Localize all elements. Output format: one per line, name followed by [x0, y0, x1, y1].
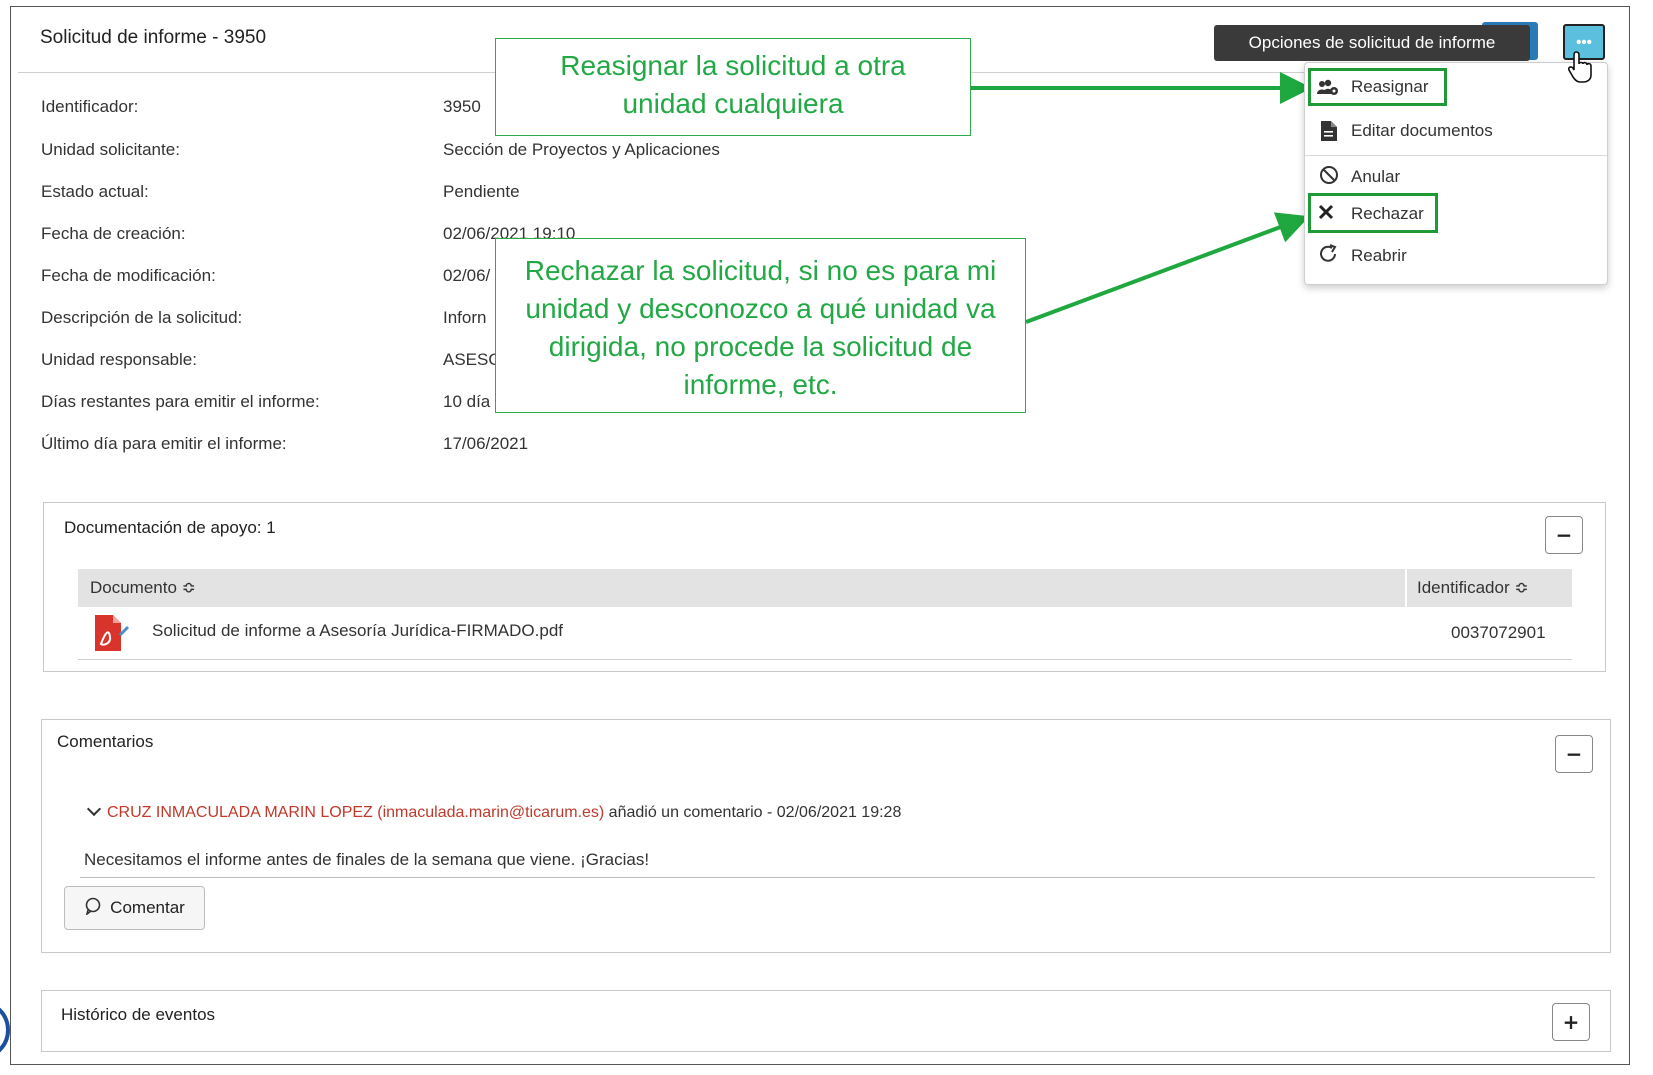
menu-item-anular[interactable]: Anular [1305, 159, 1607, 195]
menu-divider [1305, 155, 1607, 156]
redo-icon [1319, 244, 1339, 269]
document-icon [1321, 121, 1337, 146]
close-icon [1318, 204, 1334, 225]
hand-cursor-icon [1568, 50, 1598, 89]
menu-item-editar-documentos[interactable]: Editar documentos [1305, 115, 1607, 151]
reassign-users-icon [1317, 79, 1339, 102]
tooltip: Opciones de solicitud de informe [1214, 25, 1530, 61]
menu-item-reabrir[interactable]: Reabrir [1305, 239, 1607, 275]
edge-logo [0, 990, 12, 1075]
menu-item-rechazar[interactable]: Rechazar [1308, 193, 1438, 233]
menu-item-reasignar[interactable]: Reasignar [1308, 68, 1447, 106]
ban-icon [1319, 165, 1339, 190]
arrow-reject [1025, 212, 1310, 324]
options-menu: Reasignar Editar documentos Anular Recha… [1304, 62, 1608, 285]
